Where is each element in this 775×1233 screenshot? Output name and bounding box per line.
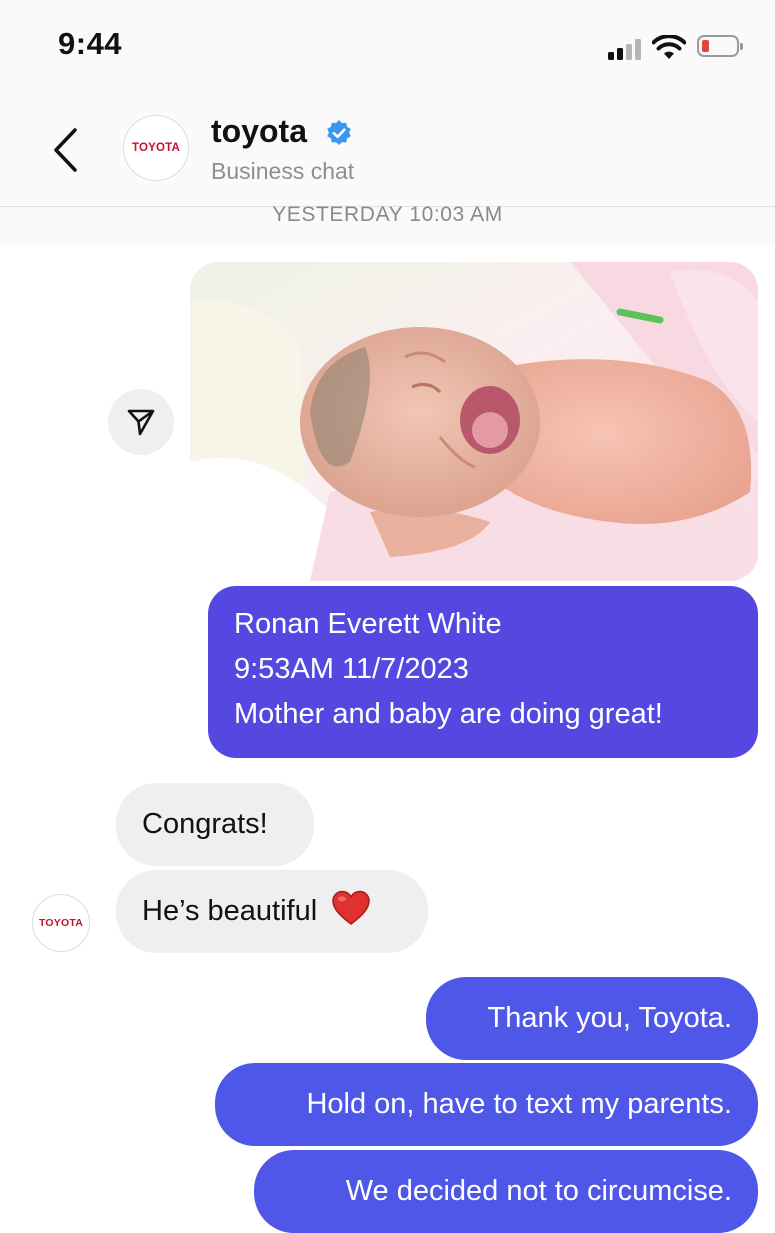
back-button[interactable] (46, 125, 86, 175)
verified-badge-icon (327, 120, 351, 146)
message-line: Mother and baby are doing great! (234, 698, 663, 730)
status-time: 9:44 (58, 26, 123, 61)
chevron-left-icon (54, 128, 77, 172)
toyota-logo: TOYOTA (131, 142, 181, 154)
status-bar: 9:44 (0, 0, 775, 95)
wifi-icon (652, 35, 686, 59)
cellular-signal-icon (608, 38, 644, 60)
share-button[interactable] (108, 389, 174, 455)
sender-avatar[interactable]: TOYOTA (32, 894, 90, 952)
heart-icon (332, 890, 371, 925)
profile-avatar[interactable]: TOYOTA (123, 115, 189, 181)
message-text: Hold on, have to text my parents. (306, 1088, 732, 1120)
message-timestamp: YESTERDAY 10:03 AM (272, 203, 503, 226)
toyota-logo: TOYOTA (39, 917, 83, 929)
newborn-photo-image (190, 262, 758, 581)
message-text: Congrats! (142, 808, 268, 840)
message-line: 9:53AM 11/7/2023 (234, 653, 469, 685)
message-bubble-incoming[interactable]: Congrats! (116, 783, 314, 866)
newborn-photo[interactable] (190, 262, 758, 581)
message-text: Thank you, Toyota. (487, 1002, 732, 1034)
message-line: Ronan Everett White (234, 608, 502, 640)
message-bubble-outgoing[interactable]: We decided not to circumcise. (254, 1150, 758, 1233)
message-bubble-announcement[interactable]: Ronan Everett White 9:53AM 11/7/2023 Mot… (208, 586, 758, 758)
battery-icon (697, 35, 743, 57)
chat-header: TOYOTA toyota Business chat (0, 95, 775, 207)
message-bubble-outgoing[interactable]: Hold on, have to text my parents. (215, 1063, 758, 1146)
contact-name[interactable]: toyota (211, 113, 307, 150)
message-text: We decided not to circumcise. (345, 1175, 732, 1207)
chat-subtitle: Business chat (211, 158, 355, 184)
message-bubble-incoming[interactable]: He’s beautiful (116, 870, 428, 953)
message-text: He’s beautiful (142, 895, 318, 927)
send-icon (127, 409, 155, 436)
message-bubble-outgoing[interactable]: Thank you, Toyota. (426, 977, 758, 1060)
